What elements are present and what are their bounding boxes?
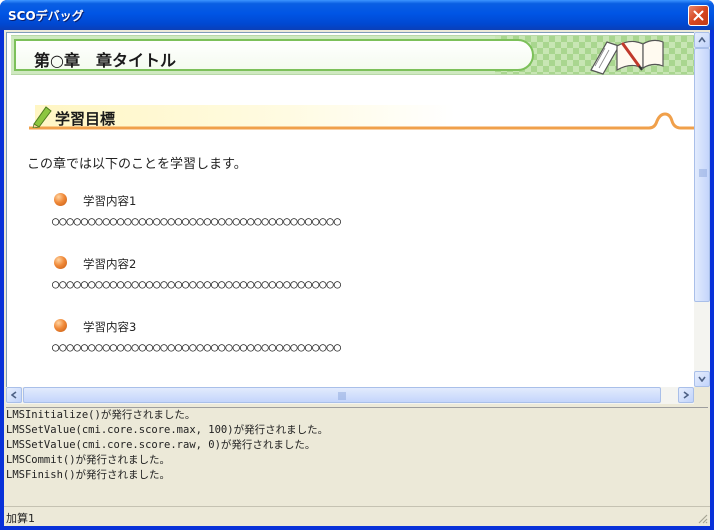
- scroll-left-button[interactable]: [6, 387, 22, 403]
- list-item: 学習内容1 ○○○○○○○○○○○○○○○○○○○○○○○○○○○○○○○○○○…: [52, 191, 652, 241]
- chevron-left-icon: [11, 391, 17, 399]
- scroll-up-button[interactable]: [694, 32, 710, 48]
- log-line: LMSCommit()が発行されました。: [6, 454, 171, 466]
- chevron-up-icon: [698, 37, 706, 43]
- log-line: LMSSetValue(cmi.core.score.raw, 0)が発行されま…: [6, 439, 316, 451]
- item-body: ○○○○○○○○○○○○○○○○○○○○○○○○○○○○○○○○○○○○○○○○: [52, 277, 341, 291]
- log-pane[interactable]: LMSInitialize()が発行されました。 LMSSetValue(cmi…: [6, 407, 708, 503]
- goal-title: 学習目標: [55, 110, 116, 128]
- chevron-right-icon: [683, 391, 689, 399]
- intro-text: この章では以下のことを学習します。: [27, 157, 247, 172]
- bullet-icon: [54, 256, 67, 269]
- item-body: ○○○○○○○○○○○○○○○○○○○○○○○○○○○○○○○○○○○○○○○○: [52, 214, 341, 228]
- log-line: LMSFinish()が発行されました。: [6, 469, 171, 481]
- list-item: 学習内容3 ○○○○○○○○○○○○○○○○○○○○○○○○○○○○○○○○○○…: [52, 317, 652, 367]
- grip-icon: [699, 169, 707, 177]
- item-title: 学習内容3: [83, 320, 137, 334]
- book-pen-icon: [590, 39, 664, 75]
- log-line: LMSInitialize()が発行されました。: [6, 409, 196, 421]
- status-bar: 加算1: [4, 506, 710, 526]
- item-title: 学習内容1: [83, 194, 137, 208]
- horizontal-scroll-thumb[interactable]: [23, 387, 661, 403]
- close-button[interactable]: [688, 5, 709, 26]
- scroll-right-button[interactable]: [678, 387, 694, 403]
- pencil-icon: [32, 106, 52, 128]
- chapter-title: 第○章 章タイトル: [34, 51, 176, 70]
- bullet-icon: [54, 193, 67, 206]
- chapter-title-box: 第○章 章タイトル: [14, 39, 534, 71]
- window-title: SCOデバッグ: [8, 9, 84, 23]
- client-area: 第○章 章タイトル 学習目標 この章では以下のことを学習します。 学習内容1 ○…: [4, 30, 710, 526]
- status-text: 加算1: [6, 512, 35, 525]
- vertical-scroll-thumb[interactable]: [694, 48, 710, 302]
- bullet-icon: [54, 319, 67, 332]
- title-bar[interactable]: SCOデバッグ: [0, 0, 714, 30]
- app-window: SCOデバッグ 第○章 章タイトル 学習目標 この章では以下のことを学習します。…: [0, 0, 714, 530]
- goal-underline: [29, 112, 694, 130]
- grip-icon: [338, 392, 346, 400]
- scrollbar-corner: [694, 387, 710, 404]
- chapter-banner: 第○章 章タイトル: [11, 35, 694, 75]
- item-title: 学習内容2: [83, 257, 137, 271]
- chevron-down-icon: [698, 376, 706, 382]
- list-item: 学習内容2 ○○○○○○○○○○○○○○○○○○○○○○○○○○○○○○○○○○…: [52, 254, 652, 304]
- item-body: ○○○○○○○○○○○○○○○○○○○○○○○○○○○○○○○○○○○○○○○○: [52, 340, 341, 354]
- horizontal-scrollbar[interactable]: [6, 387, 694, 404]
- resize-grip-icon[interactable]: [696, 512, 708, 524]
- log-line: LMSSetValue(cmi.core.score.max, 100)が発行さ…: [6, 424, 329, 436]
- document-view[interactable]: 第○章 章タイトル 学習目標 この章では以下のことを学習します。 学習内容1 ○…: [6, 32, 694, 387]
- goal-header: 学習目標: [29, 101, 694, 137]
- vertical-scrollbar[interactable]: [694, 32, 710, 387]
- scroll-down-button[interactable]: [694, 371, 710, 387]
- close-icon: [693, 10, 704, 21]
